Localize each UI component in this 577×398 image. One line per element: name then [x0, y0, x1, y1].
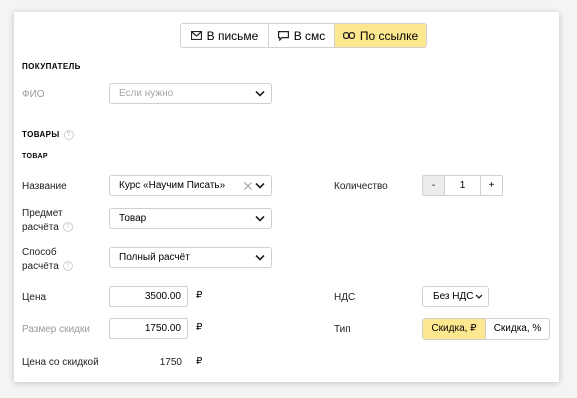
discount-type-rub[interactable]: Скидка, ₽ [423, 319, 485, 339]
quantity-minus-button[interactable]: - [423, 176, 444, 195]
vat-select[interactable]: Без НДС [422, 286, 489, 307]
delivery-tabs: В письме В смс По ссылке [180, 23, 427, 48]
clear-icon[interactable] [244, 182, 252, 190]
discounted-price-currency: ₽ [196, 356, 203, 367]
method-label: Способ расчёта? [22, 246, 73, 274]
subject-label: Предмет расчёта? [22, 207, 73, 235]
discount-type-toggle: Скидка, ₽ Скидка, % [422, 318, 550, 340]
title-value: Курс «Научим Писать» [119, 180, 226, 191]
method-label-line2: расчёта [22, 261, 59, 272]
invoice-form-card: В письме В смс По ссылке ПОКУПАТЕЛЬ ФИО … [14, 12, 559, 382]
discount-label: Размер скидки [22, 324, 90, 335]
discounted-price-value: 1750 [159, 357, 182, 368]
goods-section-label: ТОВАРЫ [22, 130, 60, 140]
subject-label-line2-wrap: расчёта? [22, 221, 73, 235]
buyer-section-title: ПОКУПАТЕЛЬ [22, 62, 81, 71]
tab-sms[interactable]: В смс [268, 24, 334, 47]
vat-label: НДС [334, 292, 356, 303]
vat-value: Без НДС [433, 291, 474, 302]
price-currency: ₽ [196, 290, 203, 301]
buyer-name-value: Если нужно [119, 88, 174, 99]
quantity-input[interactable]: 1 [444, 176, 480, 195]
discount-currency: ₽ [196, 322, 203, 333]
chevron-down-icon [255, 182, 265, 189]
title-label: Название [22, 181, 67, 192]
tab-sms-label: В смс [293, 28, 326, 43]
subject-label-line2: расчёта [22, 222, 59, 233]
help-icon[interactable]: ? [62, 261, 73, 272]
chevron-down-icon [475, 294, 483, 299]
type-label: Тип [334, 324, 351, 335]
tab-link[interactable]: По ссылке [334, 24, 426, 47]
price-label: Цена [22, 292, 47, 303]
discounted-price-label: Цена со скидкой [22, 357, 99, 368]
price-input[interactable]: 3500.00 [109, 286, 188, 307]
discount-input[interactable]: 1750.00 [109, 318, 188, 339]
tab-link-label: По ссылке [359, 28, 419, 43]
chevron-down-icon [255, 215, 265, 222]
tab-email-label: В письме [206, 28, 259, 43]
title-select[interactable]: Курс «Научим Писать» [109, 175, 272, 196]
subject-select[interactable]: Товар [109, 208, 272, 229]
chevron-down-icon [255, 254, 265, 261]
method-label-line1: Способ [22, 247, 57, 258]
quantity-stepper: - 1 + [422, 175, 503, 196]
tab-email[interactable]: В письме [181, 24, 268, 47]
mail-icon [190, 31, 202, 40]
subject-label-line1: Предмет [22, 208, 63, 219]
buyer-name-label: ФИО [22, 89, 45, 100]
quantity-label: Количество [334, 181, 388, 192]
quantity-plus-button[interactable]: + [480, 176, 502, 195]
help-icon[interactable]: ? [63, 130, 74, 140]
discount-type-percent[interactable]: Скидка, % [485, 319, 549, 339]
method-select[interactable]: Полный расчёт [109, 247, 272, 268]
buyer-name-select[interactable]: Если нужно [109, 83, 272, 104]
subject-value: Товар [119, 213, 147, 224]
method-value: Полный расчёт [119, 252, 190, 263]
help-icon[interactable]: ? [62, 222, 73, 233]
item-title: ТОВАР [22, 153, 48, 160]
chevron-down-icon [255, 90, 265, 97]
sms-icon [277, 30, 289, 41]
goods-section-title: ТОВАРЫ? [22, 130, 74, 140]
link-icon [342, 32, 355, 39]
method-label-line2-wrap: расчёта? [22, 260, 73, 274]
